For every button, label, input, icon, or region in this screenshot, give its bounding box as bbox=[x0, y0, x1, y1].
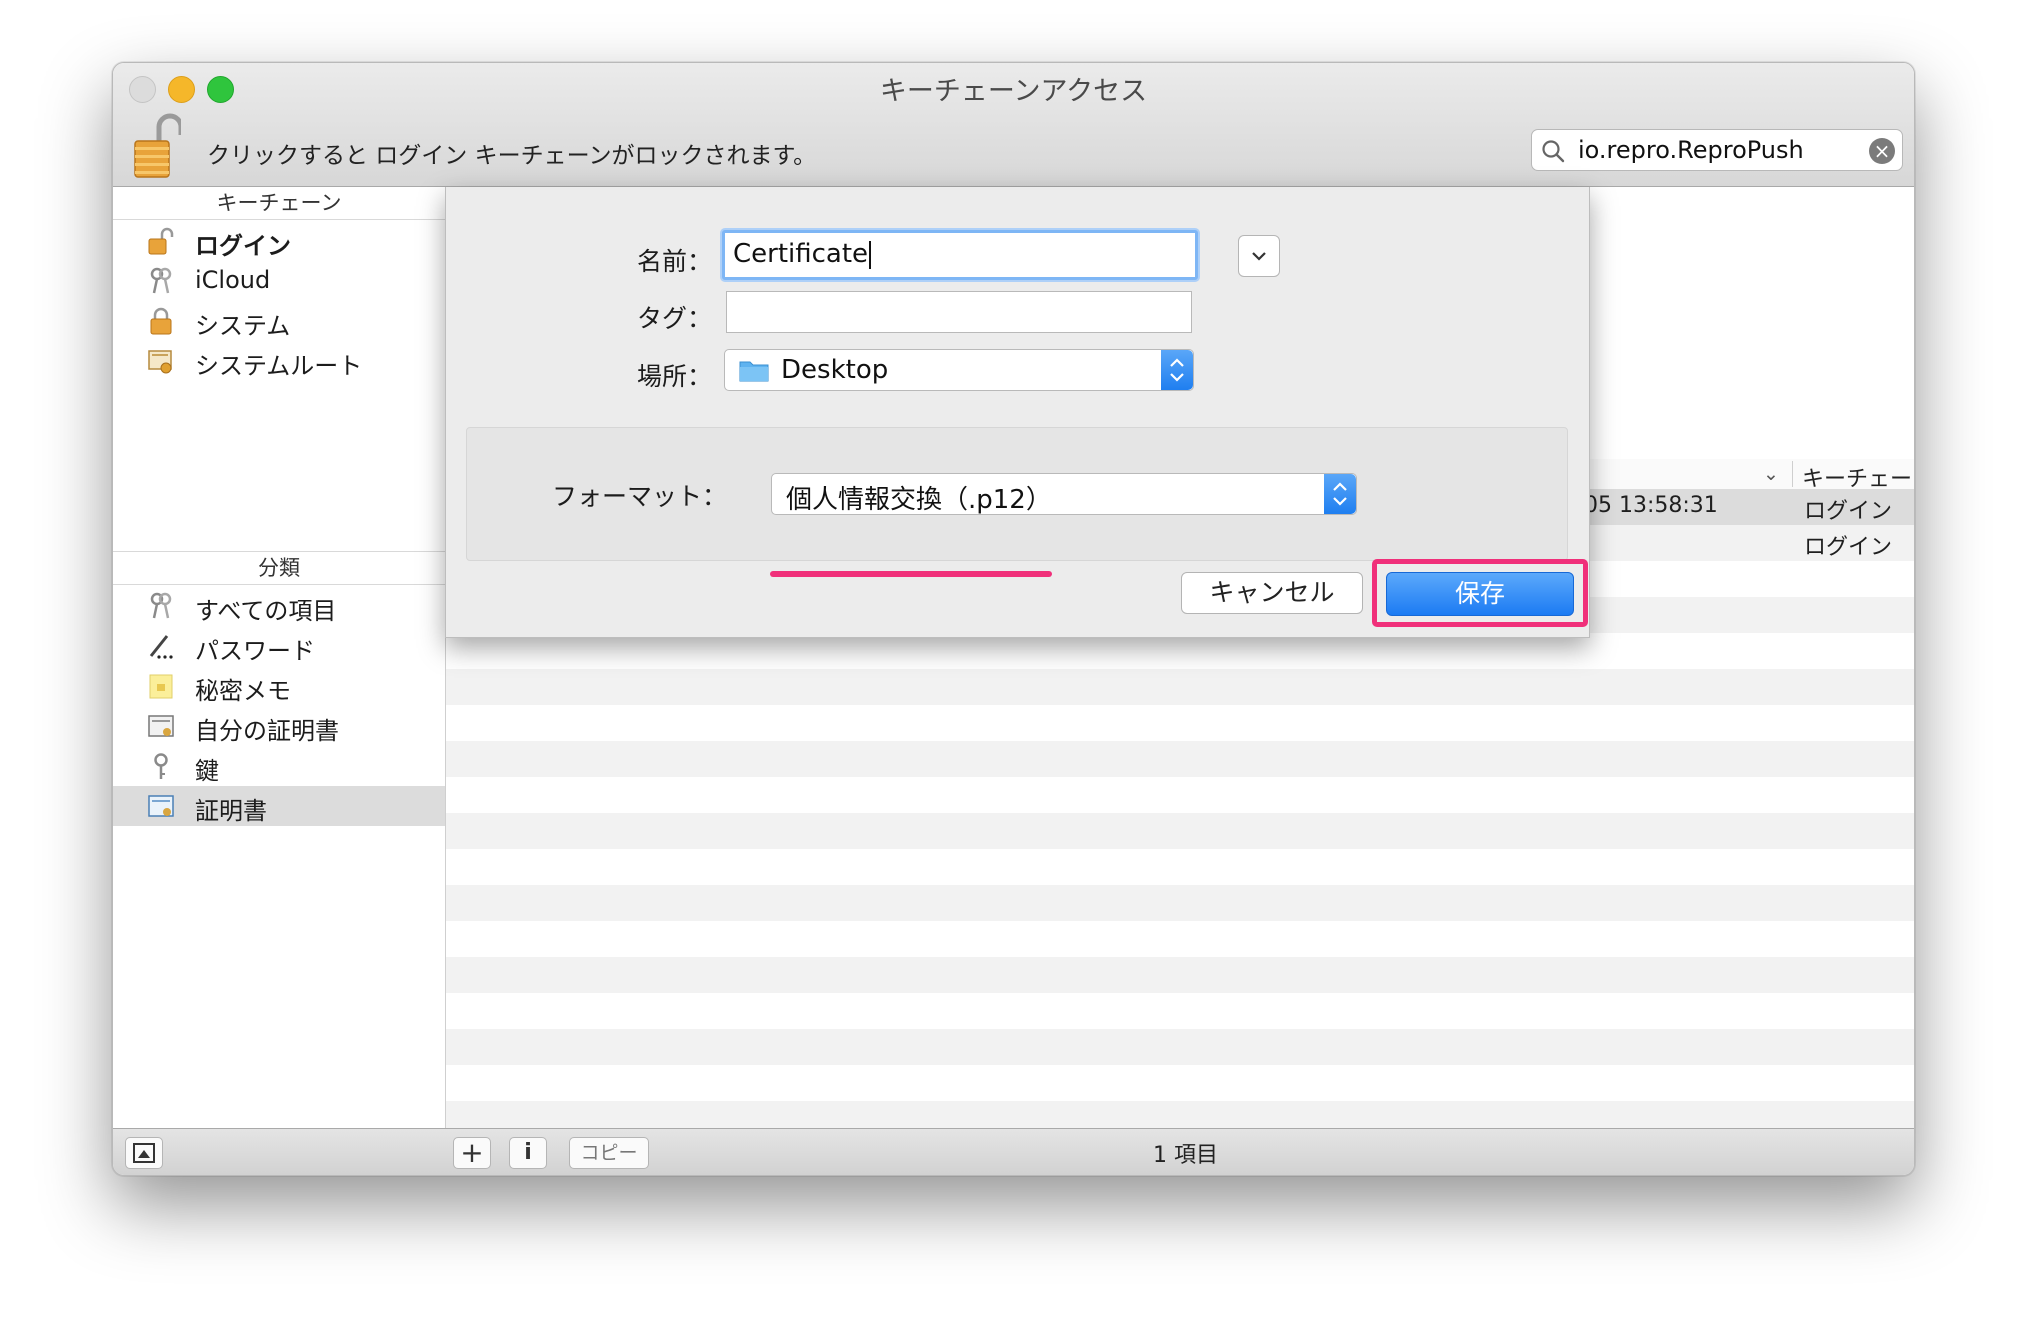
sidebar-item-label: iCloud bbox=[195, 266, 271, 294]
sidebar-item-label: 秘密メモ bbox=[195, 677, 291, 705]
category-section-header: 分類 bbox=[113, 551, 445, 585]
sidebar-toggle-icon bbox=[133, 1143, 155, 1163]
sidebar-item-label: すべての項目 bbox=[195, 597, 337, 625]
sidebar-item-certificates[interactable]: 証明書 bbox=[113, 786, 445, 826]
export-save-dialog: 名前： Certificate タグ： 場所： Desktop フォーマット： … bbox=[445, 187, 1590, 638]
sidebar-item-my-certificates[interactable]: 自分の証明書 bbox=[113, 706, 445, 746]
sidebar-item-label: システム bbox=[195, 312, 291, 340]
add-item-button[interactable]: + bbox=[453, 1137, 491, 1169]
chevron-down-icon bbox=[1252, 252, 1266, 261]
plus-icon: + bbox=[460, 1136, 484, 1169]
sidebar-item-label: 証明書 bbox=[195, 797, 267, 825]
list-row-stripe bbox=[446, 1029, 1914, 1065]
unlocked-padlock-icon[interactable] bbox=[133, 113, 181, 179]
format-popup[interactable]: 個人情報交換（.p12） bbox=[771, 473, 1357, 515]
cancel-button[interactable]: キャンセル bbox=[1181, 572, 1363, 614]
sidebar-item-login[interactable]: ログイン bbox=[113, 221, 445, 261]
name-field[interactable]: Certificate bbox=[722, 230, 1198, 280]
list-row-stripe bbox=[446, 741, 1914, 777]
key-icon bbox=[154, 753, 168, 779]
keychain-access-window: キーチェーンアクセス クリックすると ログイン キーチェーンがロックされます。 … bbox=[112, 62, 1915, 1176]
titlebar: キーチェーンアクセス クリックすると ログイン キーチェーンがロックされます。 … bbox=[113, 63, 1914, 187]
popup-arrows-icon bbox=[1324, 474, 1356, 514]
list-row-stripe bbox=[446, 885, 1914, 921]
sidebar-item-label: ログイン bbox=[195, 232, 291, 260]
row-keychain: ログイン bbox=[1804, 535, 1893, 560]
text-caret bbox=[869, 240, 872, 269]
format-panel: フォーマット： 個人情報交換（.p12） bbox=[466, 427, 1568, 561]
list-row-stripe bbox=[446, 813, 1914, 849]
name-field-value: Certificate bbox=[733, 239, 869, 269]
certificate-icon bbox=[148, 795, 174, 817]
sidebar-item-label: パスワード bbox=[195, 637, 315, 665]
info-icon: i bbox=[524, 1140, 532, 1165]
location-label: 場所： bbox=[636, 362, 712, 391]
sidebar-item-label: システムルート bbox=[195, 352, 363, 380]
keychains-section-header: キーチェーン bbox=[113, 187, 445, 220]
column-divider bbox=[1792, 461, 1793, 487]
popup-arrows-icon bbox=[1161, 350, 1193, 390]
sidebar: キーチェーン ログイン iCloud システム システムルート 分類 すべての項… bbox=[113, 187, 446, 1128]
format-value: 個人情報交換（.p12） bbox=[786, 485, 1052, 515]
search-input-value[interactable]: io.repro.ReproPush bbox=[1578, 136, 1804, 164]
tags-label: タグ： bbox=[636, 304, 712, 333]
sidebar-item-passwords[interactable]: パスワード bbox=[113, 626, 445, 666]
password-pen-icon bbox=[149, 635, 173, 659]
format-label: フォーマット： bbox=[551, 482, 727, 511]
row-date: 05 13:58:31 bbox=[1584, 493, 1718, 518]
certificate-icon bbox=[148, 350, 172, 374]
sidebar-item-label: 自分の証明書 bbox=[195, 717, 339, 745]
search-icon bbox=[1542, 140, 1565, 163]
get-info-button[interactable]: i bbox=[509, 1137, 547, 1169]
certificate-icon bbox=[148, 715, 174, 737]
lock-status-text: クリックすると ログイン キーチェーンがロックされます。 bbox=[207, 143, 817, 169]
show-keychains-button[interactable] bbox=[125, 1137, 163, 1169]
tags-field[interactable] bbox=[726, 291, 1192, 333]
clear-search-icon[interactable]: × bbox=[1869, 138, 1895, 164]
sidebar-item-system-roots[interactable]: システムルート bbox=[113, 341, 445, 381]
expand-dialog-button[interactable] bbox=[1238, 235, 1280, 277]
keys-icon bbox=[150, 267, 172, 294]
search-field[interactable]: io.repro.ReproPush × bbox=[1531, 129, 1903, 171]
unlocked-padlock-icon bbox=[148, 227, 174, 255]
location-value: Desktop bbox=[781, 355, 889, 385]
copy-button[interactable]: コピー bbox=[569, 1137, 649, 1169]
status-bar: + i コピー 1 項目 bbox=[113, 1128, 1914, 1175]
chevron-down-icon[interactable]: ⌄ bbox=[1763, 463, 1779, 485]
folder-icon bbox=[739, 361, 769, 382]
sidebar-item-keys[interactable]: 鍵 bbox=[113, 746, 445, 786]
name-label: 名前： bbox=[636, 247, 712, 276]
item-count: 1 項目 bbox=[1153, 1143, 1218, 1168]
save-button[interactable]: 保存 bbox=[1386, 572, 1574, 616]
keys-icon bbox=[150, 592, 172, 619]
sidebar-item-system[interactable]: システム bbox=[113, 301, 445, 341]
sidebar-item-all-items[interactable]: すべての項目 bbox=[113, 586, 445, 626]
list-row-stripe bbox=[446, 669, 1914, 705]
sidebar-item-label: 鍵 bbox=[195, 757, 219, 785]
row-keychain: ログイン bbox=[1804, 499, 1893, 524]
location-popup[interactable]: Desktop bbox=[724, 349, 1194, 391]
sidebar-item-icloud[interactable]: iCloud bbox=[113, 261, 445, 301]
secure-note-icon bbox=[149, 674, 173, 699]
list-row-stripe bbox=[446, 957, 1914, 993]
format-highlight-underline bbox=[770, 571, 1052, 577]
window-title: キーチェーンアクセス bbox=[879, 76, 1148, 107]
sidebar-item-secure-notes[interactable]: 秘密メモ bbox=[113, 666, 445, 706]
locked-padlock-icon bbox=[150, 307, 172, 335]
